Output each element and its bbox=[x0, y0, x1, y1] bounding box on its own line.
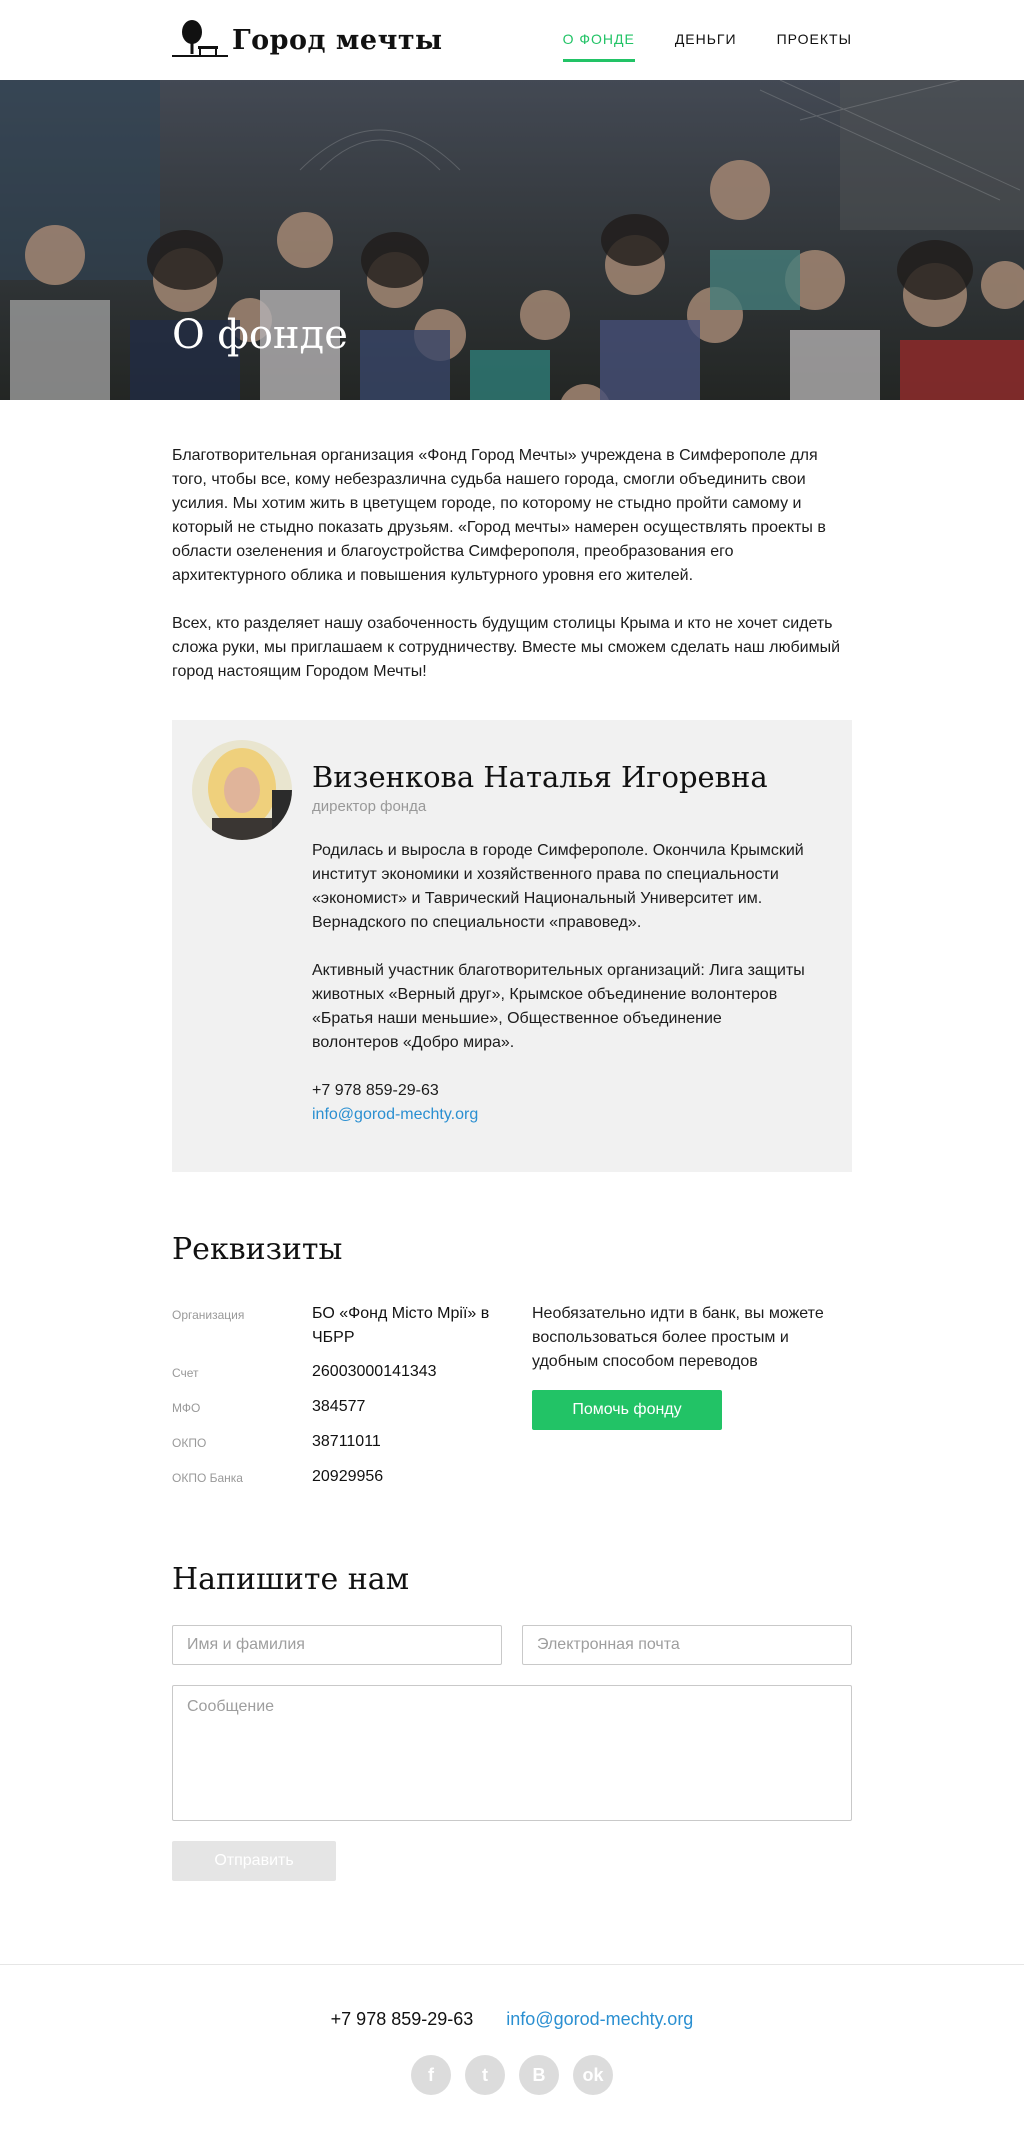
requisites-title: Реквизиты bbox=[172, 1232, 343, 1267]
message-textarea[interactable] bbox=[172, 1685, 852, 1821]
footer-email-link[interactable]: info@gorod-mechty.org bbox=[506, 2009, 693, 2030]
requisites-value: БО «Фонд Місто Мрії» в ЧБРР bbox=[312, 1305, 490, 1346]
facebook-icon[interactable]: f bbox=[411, 2055, 451, 2095]
director-bio-paragraph: Родилась и выросла в городе Симферополе.… bbox=[312, 842, 804, 931]
email-input[interactable] bbox=[522, 1625, 852, 1665]
social-links: f t B ok bbox=[0, 2055, 1024, 2095]
requisites-value: 26003000141343 bbox=[312, 1363, 437, 1380]
director-card: Визенкова Наталья Игоревна директор фонд… bbox=[172, 720, 852, 1172]
requisites-value: 38711011 bbox=[312, 1433, 381, 1450]
donation-text: Необязательно идти в банк, вы можете вос… bbox=[532, 1305, 824, 1370]
requisites-row: Организация БО «Фонд Місто Мрії» в ЧБРР bbox=[172, 1302, 512, 1350]
contact-form-row bbox=[172, 1625, 852, 1665]
twitter-icon[interactable]: t bbox=[465, 2055, 505, 2095]
main-nav: О ФОНДЕ ДЕНЬГИ ПРОЕКТЫ bbox=[523, 0, 852, 80]
vk-icon[interactable]: B bbox=[519, 2055, 559, 2095]
contact-title: Напишите нам bbox=[172, 1562, 410, 1597]
donation-info: Необязательно идти в банк, вы можете вос… bbox=[532, 1302, 852, 1430]
requisites-label: ОКПО Банка bbox=[172, 1471, 243, 1485]
contact-section: Напишите нам Отправить bbox=[172, 1562, 852, 1881]
director-role: директор фонда bbox=[312, 798, 427, 815]
requisites-table: Организация БО «Фонд Місто Мрії» в ЧБРР … bbox=[172, 1302, 512, 1500]
intro-paragraph: Благотворительная организация «Фонд Горо… bbox=[172, 447, 826, 584]
nav-item-money[interactable]: ДЕНЬГИ bbox=[675, 0, 737, 80]
nav-item-about[interactable]: О ФОНДЕ bbox=[562, 0, 636, 80]
director-name: Визенкова Наталья Игоревна bbox=[312, 760, 768, 794]
tree-bench-logo-icon bbox=[172, 20, 228, 57]
requisites-label: Организация bbox=[172, 1308, 245, 1322]
hero-banner: О фонде bbox=[0, 80, 1024, 400]
requisites-row: Счет 26003000141343 bbox=[172, 1360, 512, 1385]
requisites-value: 20929956 bbox=[312, 1468, 384, 1485]
footer-contacts: +7 978 859-29-63 info@gorod-mechty.org bbox=[0, 2009, 1024, 2030]
odnoklassniki-icon[interactable]: ok bbox=[573, 2055, 613, 2095]
name-input[interactable] bbox=[172, 1625, 502, 1665]
brand-name: Город мечты bbox=[232, 24, 443, 56]
intro-paragraph: Всех, кто разделяет нашу озабоченность б… bbox=[172, 615, 841, 680]
hero-photo-crowd bbox=[0, 80, 1024, 400]
submit-button[interactable]: Отправить bbox=[172, 1841, 336, 1881]
director-email-link[interactable]: info@gorod-mechty.org bbox=[312, 1103, 812, 1127]
logo-link[interactable]: Город мечты bbox=[172, 18, 443, 62]
page-title: О фонде bbox=[172, 312, 348, 358]
director-phone: +7 978 859-29-63 bbox=[312, 1082, 439, 1099]
requisites-row: ОКПО 38711011 bbox=[172, 1430, 512, 1455]
help-fund-button[interactable]: Помочь фонду bbox=[532, 1390, 722, 1430]
requisites-label: Счет bbox=[172, 1366, 199, 1380]
requisites-label: МФО bbox=[172, 1401, 201, 1415]
requisites-row: ОКПО Банка 20929956 bbox=[172, 1465, 512, 1490]
requisites-section: Реквизиты Организация БО «Фонд Місто Мрі… bbox=[172, 1232, 852, 1512]
director-info: Визенкова Наталья Игоревна директор фонд… bbox=[312, 760, 812, 1127]
requisites-value: 384577 bbox=[312, 1398, 366, 1415]
requisites-label: ОКПО bbox=[172, 1436, 207, 1450]
director-bio-paragraph: Активный участник благотворительных орга… bbox=[312, 962, 805, 1051]
requisites-row: МФО 384577 bbox=[172, 1395, 512, 1420]
nav-item-projects[interactable]: ПРОЕКТЫ bbox=[777, 0, 852, 80]
intro-section: Благотворительная организация «Фонд Горо… bbox=[172, 444, 852, 684]
site-header: Город мечты О ФОНДЕ ДЕНЬГИ ПРОЕКТЫ bbox=[0, 0, 1024, 80]
site-footer: +7 978 859-29-63 info@gorod-mechty.org f… bbox=[0, 1964, 1024, 2156]
director-photo bbox=[192, 740, 292, 840]
director-avatar bbox=[192, 740, 292, 840]
footer-phone: +7 978 859-29-63 bbox=[330, 2009, 474, 2029]
